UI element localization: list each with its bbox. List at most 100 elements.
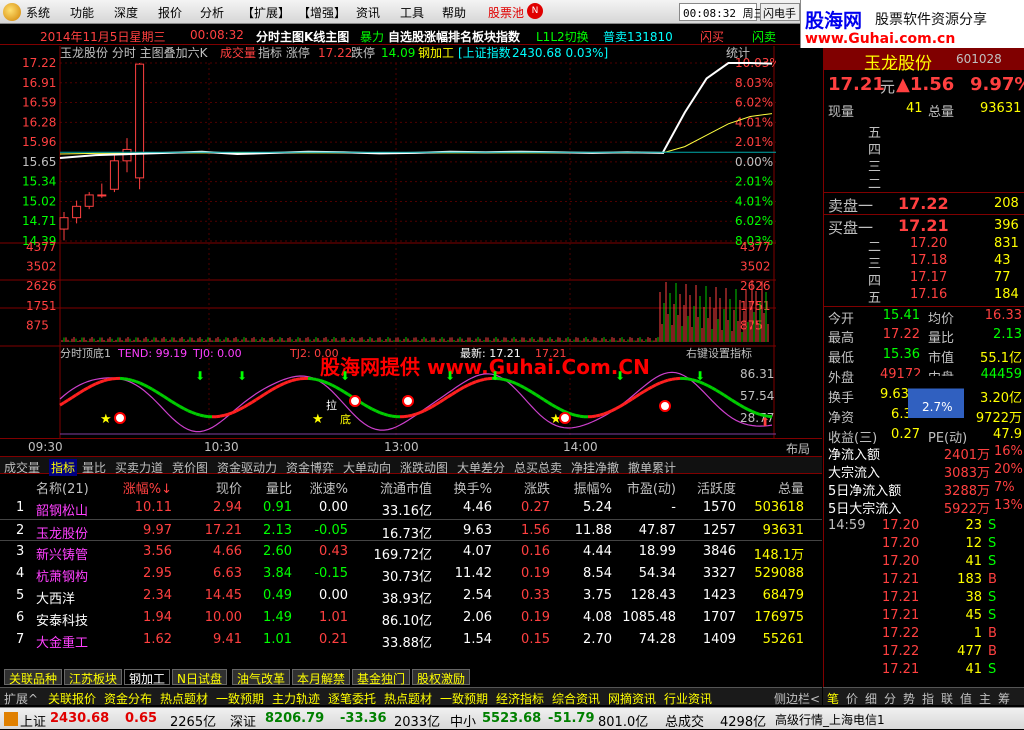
sector-tab[interactable]: 股权激励: [412, 669, 470, 685]
indicator-tab[interactable]: 大单动向: [343, 459, 391, 476]
market-icon[interactable]: [4, 712, 18, 726]
sector-tab[interactable]: 关联品种: [4, 669, 62, 685]
view-title-3[interactable]: 自选股涨幅排名板块指数: [388, 28, 520, 45]
bottom-tab[interactable]: 综合资讯: [552, 690, 600, 707]
menu-item-0[interactable]: 系统: [26, 4, 50, 21]
detail-tab[interactable]: 笔: [827, 690, 839, 707]
bottom-tab[interactable]: 扩展^: [4, 690, 38, 707]
indicator-tab[interactable]: 资金驱动力: [217, 459, 277, 476]
bottom-tab[interactable]: 关联报价: [48, 690, 96, 707]
menu-item-4[interactable]: 分析: [200, 4, 224, 21]
table-row[interactable]: 1韶钢松山10.112.940.910.0033.16亿4.460.275.24…: [0, 497, 822, 519]
chart-svg[interactable]: 玉龙股份 分时 主图叠加六K 成交量 指标 涨停 17.22 跌停 14.09 …: [0, 46, 776, 438]
bottom-tab[interactable]: 一致预期: [440, 690, 488, 707]
bid-row[interactable]: 五17.16184: [824, 287, 1024, 304]
layout-button[interactable]: 布局: [786, 440, 810, 457]
table-row[interactable]: 5大西洋2.3414.450.490.0038.93亿2.540.333.751…: [0, 585, 822, 607]
flash-buy[interactable]: 闪买: [700, 28, 724, 45]
sector-tab[interactable]: 油气改革: [232, 669, 290, 685]
bottom-tab[interactable]: 行业资讯: [664, 690, 712, 707]
bottom-tab[interactable]: 逐笔委托: [328, 690, 376, 707]
up-arrow-icon[interactable]: ⬆: [760, 415, 770, 429]
intraday-chart[interactable]: 玉龙股份 分时 主图叠加六K 成交量 指标 涨停 17.22 跌停 14.09 …: [0, 46, 776, 438]
table-header-cell[interactable]: 振幅%: [556, 478, 612, 497]
bid-row[interactable]: 二17.20831: [824, 236, 1024, 253]
ask-row[interactable]: 五: [824, 122, 1024, 139]
indicator-tab[interactable]: 量比: [82, 459, 106, 476]
detail-tab[interactable]: 联: [941, 690, 953, 707]
bottom-tab[interactable]: 热点题材: [384, 690, 432, 707]
indicator-hint[interactable]: 右键设置指标: [686, 346, 752, 360]
indicator-tab[interactable]: 指标: [49, 459, 77, 476]
bottom-tab[interactable]: 热点题材: [160, 690, 208, 707]
table-row[interactable]: 4杭萧钢构2.956.633.84-0.1530.73亿11.420.198.5…: [0, 563, 822, 585]
level-info[interactable]: 高级行情_上海电信1: [775, 711, 885, 728]
table-header-cell[interactable]: 涨幅%↓: [106, 478, 172, 497]
table-header-cell[interactable]: 涨跌: [510, 478, 550, 497]
detail-tab[interactable]: 价: [846, 690, 858, 707]
menu-item-6[interactable]: 【增强】: [298, 4, 346, 21]
table-row[interactable]: 6安泰科技1.9410.001.491.0186.10亿2.060.194.08…: [0, 607, 822, 629]
sell-1-row[interactable]: 卖盘一 17.22 208: [824, 192, 1024, 214]
bottom-tab[interactable]: 资金分布: [104, 690, 152, 707]
detail-tab[interactable]: 主: [979, 690, 991, 707]
sector-tab[interactable]: 江苏板块: [64, 669, 122, 685]
detail-tab[interactable]: 细: [865, 690, 877, 707]
sidebar-toggle[interactable]: 侧边栏<: [774, 690, 820, 707]
sector-tab[interactable]: N日试盘: [172, 669, 227, 685]
view-title-2[interactable]: 暴力: [360, 28, 384, 45]
table-header-cell[interactable]: 现价: [186, 478, 242, 497]
bid-row[interactable]: 四17.1777: [824, 270, 1024, 287]
menu-item-8[interactable]: 工具: [400, 4, 424, 21]
table-header-cell[interactable]: 量比: [246, 478, 292, 497]
flash-trade-button[interactable]: 闪电手: [760, 3, 800, 21]
sector-tab[interactable]: 钢加工: [124, 669, 170, 685]
menu-item-5[interactable]: 【扩展】: [242, 4, 290, 21]
sector-tab[interactable]: 基金独门: [352, 669, 410, 685]
detail-tab[interactable]: 筹: [998, 690, 1010, 707]
l1l2-switch[interactable]: L1L2切换: [536, 28, 589, 45]
menu-item-2[interactable]: 深度: [114, 4, 138, 21]
indicator-tab[interactable]: 撤单累计: [628, 459, 676, 476]
table-header-cell[interactable]: 涨速%: [296, 478, 348, 497]
bottom-tab[interactable]: 一致预期: [216, 690, 264, 707]
bottom-tab[interactable]: 主力轨迹: [272, 690, 320, 707]
bottom-tab[interactable]: 经济指标: [496, 690, 544, 707]
table-row[interactable]: 2玉龙股份9.9717.212.13-0.0516.73亿9.631.5611.…: [0, 519, 822, 541]
table-header-cell[interactable]: 总量: [748, 478, 804, 497]
detail-tab[interactable]: 势: [903, 690, 915, 707]
bid-row[interactable]: 三17.1843: [824, 253, 1024, 270]
table-header-cell[interactable]: 换手%: [446, 478, 492, 497]
buy-1-row[interactable]: 买盘一 17.21 396: [824, 214, 1024, 236]
indicator-tab[interactable]: 总买总卖: [514, 459, 562, 476]
table-row[interactable]: 7大金重工1.629.411.010.2133.88亿1.540.152.707…: [0, 629, 822, 651]
indicator-tab[interactable]: 买卖力道: [115, 459, 163, 476]
sector-tab[interactable]: 本月解禁: [292, 669, 350, 685]
indicator-tab[interactable]: 成交量: [4, 459, 40, 476]
menu-stockpool[interactable]: 股票池: [488, 4, 524, 21]
table-header-cell[interactable]: 名称(21): [36, 478, 96, 497]
bottom-tab[interactable]: 网摘资讯: [608, 690, 656, 707]
menu-item-1[interactable]: 功能: [70, 4, 94, 21]
ask-row[interactable]: 二: [824, 173, 1024, 190]
app-logo-icon[interactable]: [3, 3, 21, 21]
indicator-tab[interactable]: 大单差分: [457, 459, 505, 476]
table-row[interactable]: 3新兴铸管3.564.662.600.43169.72亿4.070.164.44…: [0, 541, 822, 563]
indicator-tab[interactable]: 净挂净撤: [571, 459, 619, 476]
indicator-tab[interactable]: 资金博弈: [286, 459, 334, 476]
view-title[interactable]: 分时主图K线主图: [256, 28, 349, 45]
flash-sell[interactable]: 闪卖: [752, 28, 776, 45]
detail-tab[interactable]: 分: [884, 690, 896, 707]
table-header-cell[interactable]: 流通市值: [356, 478, 432, 497]
ask-row[interactable]: 四: [824, 139, 1024, 156]
detail-tab[interactable]: 值: [960, 690, 972, 707]
menu-item-7[interactable]: 资讯: [356, 4, 380, 21]
ask-row[interactable]: 三: [824, 156, 1024, 173]
menu-item-3[interactable]: 报价: [158, 4, 182, 21]
indicator-tab[interactable]: 竞价图: [172, 459, 208, 476]
detail-tab[interactable]: 指: [922, 690, 934, 707]
table-header-cell[interactable]: 市盈(动): [606, 478, 676, 497]
indicator-tab[interactable]: 涨跌动图: [400, 459, 448, 476]
menu-item-9[interactable]: 帮助: [442, 4, 466, 21]
table-header-cell[interactable]: 活跃度: [686, 478, 736, 497]
